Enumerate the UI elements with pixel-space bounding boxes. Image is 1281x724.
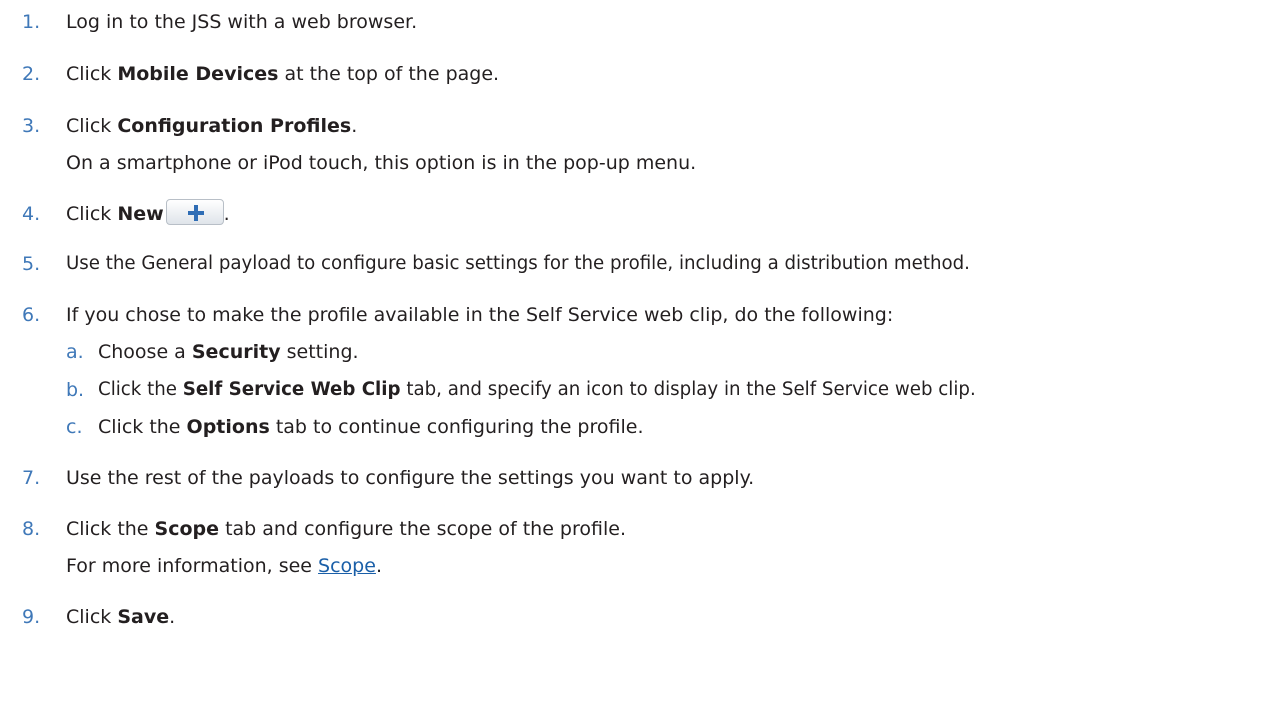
step-text-part: Choose a [98,341,192,363]
step-text: Use the rest of the payloads to configur… [66,465,754,491]
step-text-part: tab, and specify an icon to display in t… [400,379,976,400]
step-number: 8. [22,518,41,540]
step-text-part: . [223,203,230,225]
ui-term-new: New [117,203,164,225]
scope-link[interactable]: Scope [318,555,376,577]
step-text: Click Mobile Devices at the top of the p… [66,61,499,87]
step-number: 2. [22,63,41,85]
step-text-part: Use the General payload to configure bas… [66,253,970,274]
ui-term-configuration-profiles: Configuration Profiles [117,115,352,137]
step-text-part: Log in to the JSS with a web browser. [66,11,418,33]
step-text-part: tab and configure the scope of the profi… [219,518,626,540]
step-text-part: If you chose to make the profile availab… [66,304,894,326]
substep-text: Choose a Security setting. [98,339,359,365]
step-number: 7. [22,467,41,489]
step-number: 4. [22,203,41,225]
substep-letter: c. [66,416,83,438]
step-text-part: tab to continue configuring the profile. [269,416,644,438]
substep-text: Click the Self Service Web Clip tab, and… [98,377,976,403]
step-text-part: setting. [280,341,359,363]
step-text-part: Click the [98,416,187,438]
step-text-part: Click the [66,518,155,540]
step-text: Click Configuration Profiles. [66,113,357,139]
step-text: Click New. [66,198,230,228]
step-text-part: at the top of the page. [278,63,500,85]
ui-term-security: Security [191,341,281,363]
substep-letter: b. [66,379,85,401]
step-text-part: Click [66,203,118,225]
plus-icon [187,204,204,221]
step-text-part: . [375,555,382,577]
step-note: On a smartphone or iPod touch, this opti… [66,152,697,174]
ui-term-scope: Scope [154,518,220,540]
step-text-part: . [169,606,176,628]
step-note: For more information, see Scope. [66,553,382,579]
step-text-part: Use the rest of the payloads to configur… [66,467,755,489]
step-text: Use the General payload to configure bas… [66,251,970,277]
step-number: 1. [22,11,41,33]
step-text-part: . [351,115,358,137]
step-text: Click Save. [66,604,175,630]
step-text-part: Click the [98,379,183,400]
ui-term-mobile-devices: Mobile Devices [117,63,279,85]
ui-term-options: Options [186,416,270,438]
new-button[interactable] [165,198,224,225]
step-text: Log in to the JSS with a web browser. [66,9,417,35]
step-number: 9. [22,606,41,628]
step-number: 5. [22,253,41,275]
ui-term-save: Save [117,606,170,628]
substep-text: Click the Options tab to continue config… [98,414,644,440]
step-text-part: For more information, see [66,555,319,577]
ui-term-self-service-web-clip: Self Service Web Clip [182,379,401,400]
step-number: 3. [22,115,41,137]
step-text: If you chose to make the profile availab… [66,302,893,328]
step-number: 6. [22,304,41,326]
step-text: Click the Scope tab and configure the sc… [66,516,626,542]
step-text-part: Click [66,606,118,628]
substep-letter: a. [66,341,84,363]
step-text-part: Click [66,115,118,137]
step-text-part: Click [66,63,118,85]
